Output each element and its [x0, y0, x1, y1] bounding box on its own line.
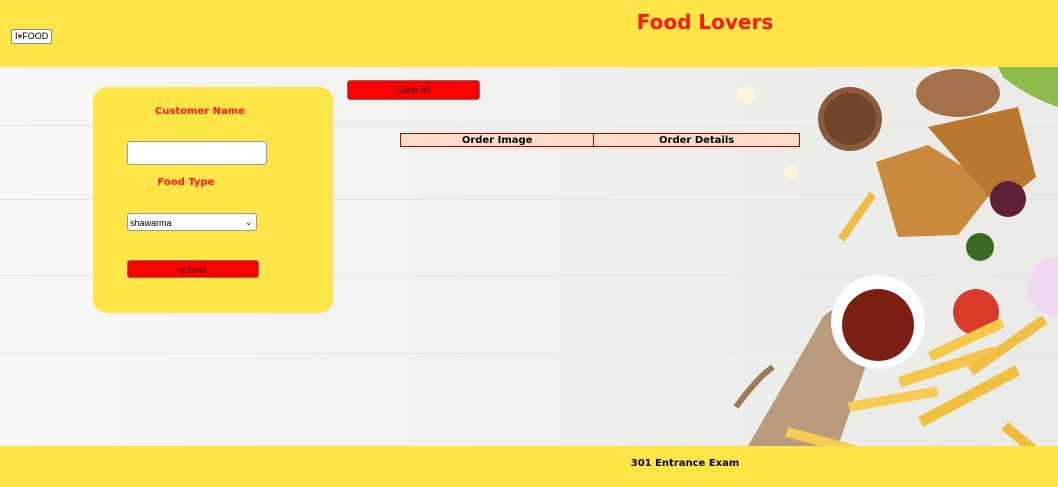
column-header-order-details: Order Details: [593, 133, 800, 147]
orders-table: Order Image Order Details: [399, 133, 800, 147]
clear-all-button[interactable]: Clear All: [347, 80, 480, 100]
site-footer: 301 Entrance Exam: [0, 446, 1058, 487]
order-form: Customer Name Food Type shawarma ⌄ submi…: [93, 87, 333, 313]
food-type-select[interactable]: shawarma ⌄: [127, 213, 257, 231]
page-title: Food Lovers: [636, 10, 774, 34]
food-logo[interactable]: I♥FOOD: [11, 29, 53, 44]
submit-button[interactable]: submit: [127, 260, 259, 278]
food-background-image: [733, 67, 1058, 446]
column-header-order-image: Order Image: [399, 133, 595, 147]
main-content: Clear All Order Image Order Details Cust…: [0, 67, 1058, 446]
footer-text: 301 Entrance Exam: [630, 458, 740, 469]
site-header: I♥FOOD Food Lovers: [0, 0, 1058, 67]
customer-name-label: Customer Name: [155, 106, 245, 117]
table-header-row: Order Image Order Details: [399, 133, 800, 147]
chevron-down-icon: ⌄: [245, 218, 252, 227]
food-type-selected: shawarma: [130, 218, 172, 228]
logo-text-right: FOOD: [22, 31, 49, 41]
food-type-label: Food Type: [157, 177, 215, 188]
customer-name-input[interactable]: [127, 141, 267, 165]
